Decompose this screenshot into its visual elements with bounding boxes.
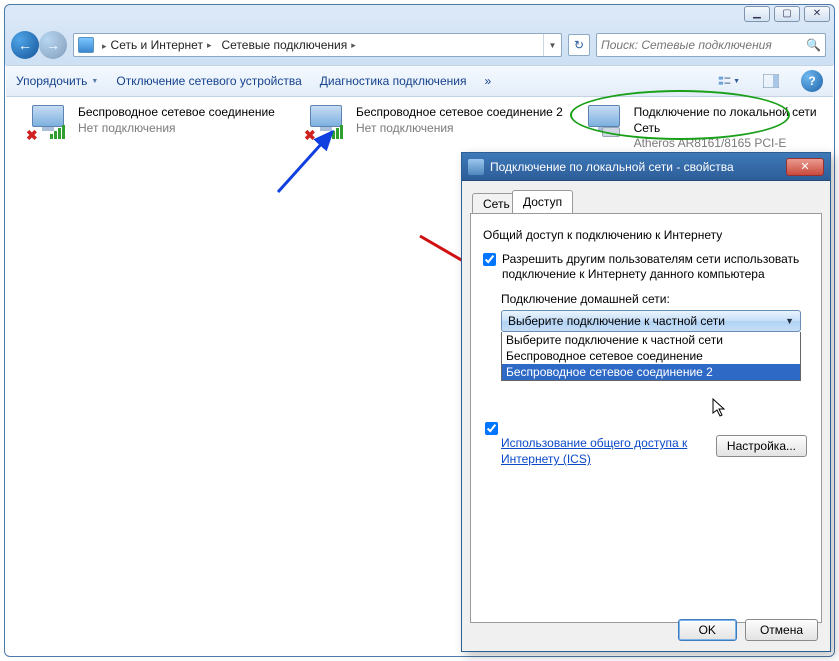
breadcrumb-dropdown[interactable]: ▼: [543, 34, 561, 56]
settings-button[interactable]: Настройка...: [716, 435, 807, 457]
close-button[interactable]: ✕: [804, 6, 830, 22]
connection-wireless-1[interactable]: ✖ Беспроводное сетевое соединение Нет по…: [24, 105, 294, 145]
disable-device[interactable]: Отключение сетевого устройства: [116, 74, 301, 88]
connection-wireless-2[interactable]: ✖ Беспроводное сетевое соединение 2 Нет …: [302, 105, 572, 145]
search-box[interactable]: 🔍: [596, 33, 826, 57]
allow-sharing-label: Разрешить другим пользователям сети испо…: [502, 252, 799, 282]
ics-help-link[interactable]: Использование общего доступа к Интернету…: [501, 435, 716, 467]
combo-option-2[interactable]: Беспроводное сетевое соединение 2: [502, 364, 800, 380]
view-options[interactable]: ▼: [717, 70, 741, 92]
refresh-button[interactable]: ↻: [568, 34, 590, 56]
chevron-down-icon: ▼: [785, 316, 794, 326]
allow-sharing-checkbox[interactable]: [483, 253, 496, 266]
organize-label: Упорядочить: [16, 74, 87, 88]
wireless-icon: ✖: [302, 105, 352, 145]
connection-title: Беспроводное сетевое соединение: [78, 105, 275, 121]
lan-icon: [580, 105, 630, 145]
nav-row: ← → Сеть и Интернет Сетевые подключения …: [11, 29, 826, 61]
search-input[interactable]: [601, 38, 806, 52]
home-network-label: Подключение домашней сети:: [501, 292, 809, 306]
connection-status: Нет подключения: [78, 121, 275, 137]
cancel-button[interactable]: Отмена: [745, 619, 818, 641]
ics-section-title: Общий доступ к подключению к Интернету: [483, 228, 809, 242]
minimize-button[interactable]: ▁: [744, 6, 770, 22]
preview-pane-toggle[interactable]: [759, 70, 783, 92]
connection-status: Нет подключения: [356, 121, 563, 137]
diagnose[interactable]: Диагностика подключения: [320, 74, 467, 88]
help-button[interactable]: ?: [801, 70, 823, 92]
back-button[interactable]: ←: [11, 31, 39, 59]
tab-body: Общий доступ к подключению к Интернету Р…: [470, 213, 822, 623]
maximize-button[interactable]: ▢: [774, 6, 800, 22]
command-bar: Упорядочить▼ Отключение сетевого устройс…: [6, 65, 833, 97]
connection-title: Беспроводное сетевое соединение 2: [356, 105, 563, 121]
dialog-close-button[interactable]: ✕: [786, 158, 824, 176]
combo-selected-text: Выберите подключение к частной сети: [508, 314, 725, 328]
ok-button[interactable]: OK: [678, 619, 737, 641]
more-commands[interactable]: »: [484, 74, 491, 88]
breadcrumb-item-2[interactable]: Сетевые подключения: [217, 38, 361, 52]
properties-dialog: Подключение по локальной сети - свойства…: [461, 152, 831, 652]
combo-option-1[interactable]: Беспроводное сетевое соединение: [502, 348, 800, 364]
wireless-icon: ✖: [24, 105, 74, 145]
organize-menu[interactable]: Упорядочить▼: [16, 74, 98, 88]
tab-access[interactable]: Доступ: [512, 190, 573, 213]
combo-option-0[interactable]: Выберите подключение к частной сети: [502, 332, 800, 348]
allow-control-checkbox[interactable]: [485, 422, 498, 435]
breadcrumb-root[interactable]: [98, 38, 107, 52]
combo-dropdown: Выберите подключение к частной сети Бесп…: [501, 332, 801, 381]
tab-strip: Сеть Доступ: [470, 189, 822, 213]
dialog-buttons: OK Отмена: [678, 619, 818, 641]
dialog-icon: [468, 159, 484, 175]
back-forward: ← →: [11, 31, 67, 59]
home-network-combo[interactable]: Выберите подключение к частной сети ▼: [501, 310, 801, 332]
window-controls: ▁ ▢ ✕: [744, 6, 830, 22]
search-icon: 🔍: [806, 38, 821, 52]
location-icon: [78, 37, 94, 53]
forward-button[interactable]: →: [39, 31, 67, 59]
connection-network: Сеть: [634, 121, 830, 137]
breadcrumb[interactable]: Сеть и Интернет Сетевые подключения ▼: [73, 33, 562, 57]
dialog-title: Подключение по локальной сети - свойства: [490, 160, 734, 174]
connection-title: Подключение по локальной сети: [634, 105, 830, 121]
dialog-titlebar[interactable]: Подключение по локальной сети - свойства…: [462, 153, 830, 181]
breadcrumb-item-1[interactable]: Сеть и Интернет: [107, 38, 218, 52]
